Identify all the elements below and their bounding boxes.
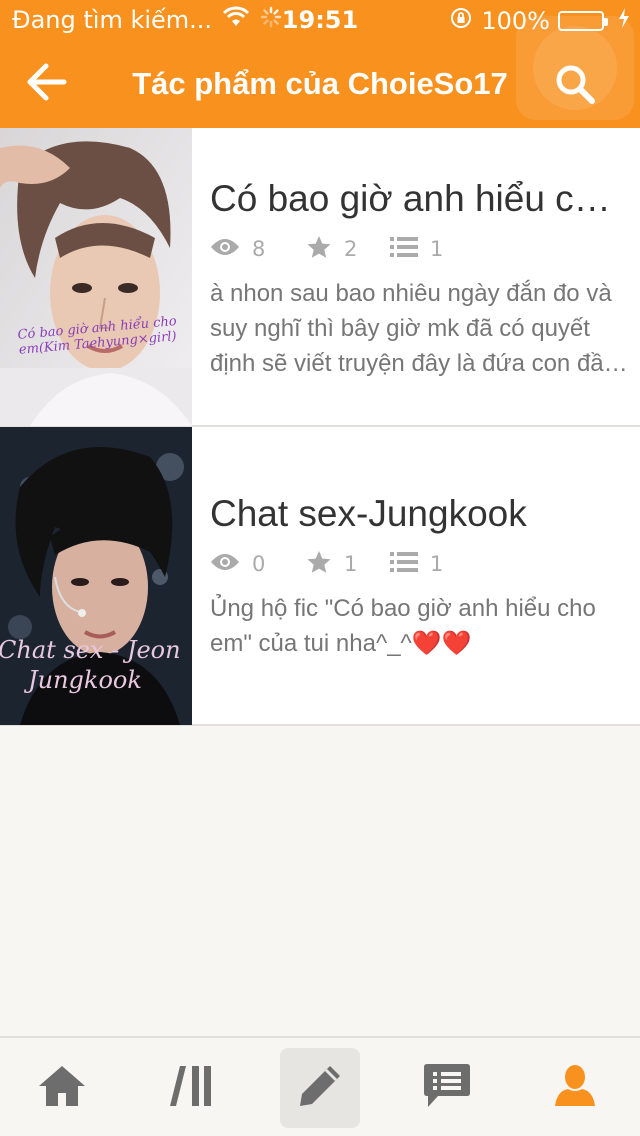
- tab-write[interactable]: [280, 1048, 360, 1128]
- eye-icon: [210, 237, 252, 262]
- tab-home[interactable]: [22, 1048, 102, 1128]
- search-button[interactable]: [516, 16, 634, 120]
- cover-caption-line: Chat sex - Jeon: [0, 636, 181, 664]
- story-info: Chat sex-Jungkook 0 1 1 Ủng hộ fic "Có b…: [210, 493, 630, 661]
- story-item[interactable]: Có bao giờ anh hiểu cho em(Kim Taehyung×…: [0, 128, 640, 427]
- tab-profile[interactable]: [535, 1048, 615, 1128]
- story-list: Có bao giờ anh hiểu cho em(Kim Taehyung×…: [0, 128, 640, 726]
- search-icon: [554, 63, 596, 109]
- story-description: à nhon sau bao nhiêu ngày đắn đo và suy …: [210, 280, 617, 377]
- star-icon: [306, 550, 344, 579]
- write-icon: [296, 1062, 344, 1114]
- nav-bar: Tác phẩm của ChoieSo17: [0, 16, 640, 128]
- story-stats: 8 2 1: [210, 234, 630, 264]
- story-stats: 0 1 1: [210, 549, 630, 579]
- votes-stat: 2: [306, 235, 390, 264]
- tab-bar: [0, 1036, 640, 1136]
- parts-count: 1: [430, 552, 444, 576]
- views-count: 8: [252, 237, 266, 261]
- messages-icon: [422, 1063, 472, 1113]
- views-stat: 8: [210, 237, 306, 262]
- tab-library[interactable]: [151, 1048, 231, 1128]
- list-icon: [390, 236, 430, 263]
- story-description: Ủng hộ fic "Có bao giờ anh hiểu cho em" …: [210, 595, 596, 657]
- story-cover-image[interactable]: Chat sex - Jeon Jungkook: [0, 427, 192, 725]
- rotation-lock-icon: [449, 6, 473, 36]
- cover-caption: Chat sex - Jeon Jungkook: [0, 635, 192, 695]
- tab-messages[interactable]: [407, 1048, 487, 1128]
- top-bar: Đang tìm kiếm... 19:51 100% Tác phẩm của…: [0, 0, 640, 128]
- story-title[interactable]: Có bao giờ anh hiểu cho em: [210, 178, 630, 220]
- parts-count: 1: [430, 237, 444, 261]
- views-count: 0: [252, 552, 266, 576]
- votes-stat: 1: [306, 550, 390, 579]
- story-info: Có bao giờ anh hiểu cho em 8 2 1 à nhon …: [210, 178, 630, 381]
- votes-count: 2: [344, 237, 358, 261]
- library-icon: [168, 1064, 214, 1112]
- parts-stat: 1: [390, 551, 486, 578]
- parts-stat: 1: [390, 236, 486, 263]
- profile-icon: [553, 1064, 597, 1112]
- list-icon: [390, 551, 430, 578]
- home-icon: [37, 1064, 87, 1112]
- story-title[interactable]: Chat sex-Jungkook: [210, 493, 630, 535]
- votes-count: 1: [344, 552, 358, 576]
- story-item[interactable]: Chat sex - Jeon Jungkook Chat sex-Jungko…: [0, 427, 640, 726]
- star-icon: [306, 235, 344, 264]
- views-stat: 0: [210, 552, 306, 577]
- cover-caption-line: Jungkook: [28, 666, 142, 694]
- eye-icon: [210, 552, 252, 577]
- story-cover-image[interactable]: Có bao giờ anh hiểu cho em(Kim Taehyung×…: [0, 128, 192, 426]
